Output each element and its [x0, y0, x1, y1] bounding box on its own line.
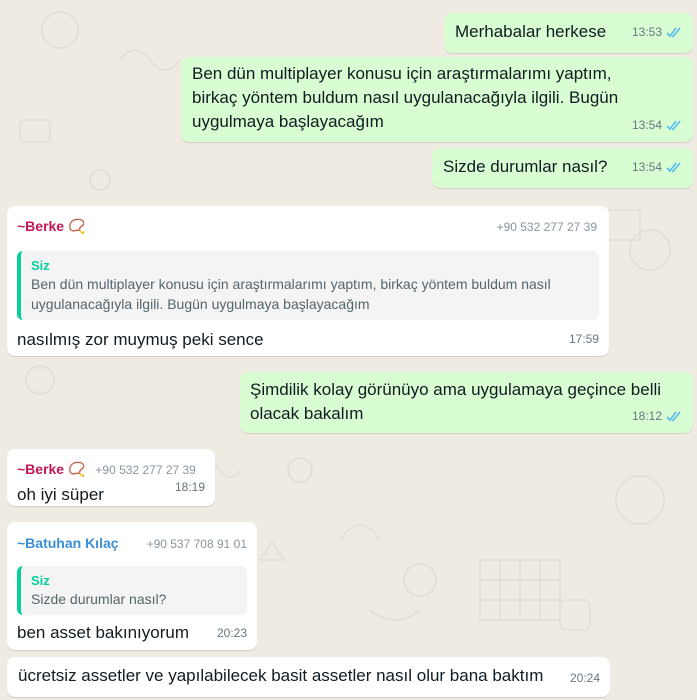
outgoing-message[interactable]: Şimdilik kolay görünüyo ama uygulamaya g… — [240, 372, 693, 433]
message-text: ücretsiz assetler ve yapılabilecek basit… — [18, 666, 544, 685]
message-meta: 13:54 — [632, 155, 683, 179]
message-time: 18:19 — [174, 480, 205, 494]
message-time: 20:24 — [569, 671, 600, 685]
message-meta: 18:19 — [175, 475, 205, 499]
double-check-read-icon — [666, 119, 681, 131]
quoted-message[interactable]: Siz Ben dün multiplayer konusu için araş… — [17, 251, 599, 320]
outgoing-message[interactable]: Merhabalar herkese 13:53 — [444, 13, 693, 53]
message-time: 13:54 — [631, 118, 662, 132]
quoted-message[interactable]: Siz Sizde durumlar nasıl? — [17, 566, 247, 615]
message-meta: 20:23 — [217, 621, 247, 645]
message-time: 20:23 — [216, 626, 247, 640]
sender-row: ~Berke 📿 +90 532 277 27 39 — [17, 214, 599, 239]
incoming-message[interactable]: ~Berke 📿 +90 532 277 27 39 oh iyi süper … — [7, 449, 215, 506]
message-text: nasılmış zor muymuş peki sence — [17, 330, 264, 349]
double-check-read-icon — [666, 161, 681, 173]
quoted-text: Ben dün multiplayer konusu için araştırm… — [31, 276, 551, 312]
double-check-read-icon — [666, 26, 681, 38]
message-time: 13:53 — [631, 25, 662, 39]
message-meta: 18:12 — [632, 404, 683, 428]
quoted-author: Siz — [31, 258, 50, 273]
incoming-message[interactable]: ~Berke 📿 +90 532 277 27 39 Siz Ben dün m… — [7, 206, 609, 356]
message-meta: 20:24 — [570, 666, 600, 690]
incoming-message[interactable]: ücretsiz assetler ve yapılabilecek basit… — [7, 657, 610, 697]
message-text: Şimdilik kolay görünüyo ama uygulamaya g… — [250, 380, 662, 423]
message-time: 13:54 — [631, 160, 662, 174]
message-time: 17:59 — [568, 332, 599, 346]
sender-row: ~Batuhan Kılaç +90 537 708 91 01 — [17, 531, 247, 556]
message-time: 18:12 — [631, 409, 662, 423]
sender-phone: +90 537 708 91 01 — [146, 537, 247, 551]
double-check-read-icon — [666, 410, 681, 422]
sender-name[interactable]: ~Berke 📿 — [17, 457, 85, 481]
message-meta: 13:54 — [632, 113, 683, 137]
quoted-text: Sizde durumlar nasıl? — [31, 591, 167, 607]
outgoing-message[interactable]: Sizde durumlar nasıl? 13:54 — [432, 148, 693, 188]
quoted-author: Siz — [31, 573, 50, 588]
sender-phone: +90 532 277 27 39 — [496, 220, 597, 234]
message-text: ben asset bakınıyorum — [17, 623, 189, 642]
incoming-message[interactable]: ~Batuhan Kılaç +90 537 708 91 01 Siz Siz… — [7, 522, 257, 650]
message-text: Ben dün multiplayer konusu için araştırm… — [192, 64, 619, 131]
sender-name[interactable]: ~Batuhan Kılaç — [17, 531, 119, 555]
outgoing-message[interactable]: Ben dün multiplayer konusu için araştırm… — [181, 57, 693, 142]
sender-name[interactable]: ~Berke 📿 — [17, 214, 85, 238]
message-meta: 13:53 — [632, 20, 683, 44]
chat-area: Merhabalar herkese 13:53 Ben dün multipl… — [0, 0, 697, 700]
message-meta: 17:59 — [569, 327, 599, 351]
